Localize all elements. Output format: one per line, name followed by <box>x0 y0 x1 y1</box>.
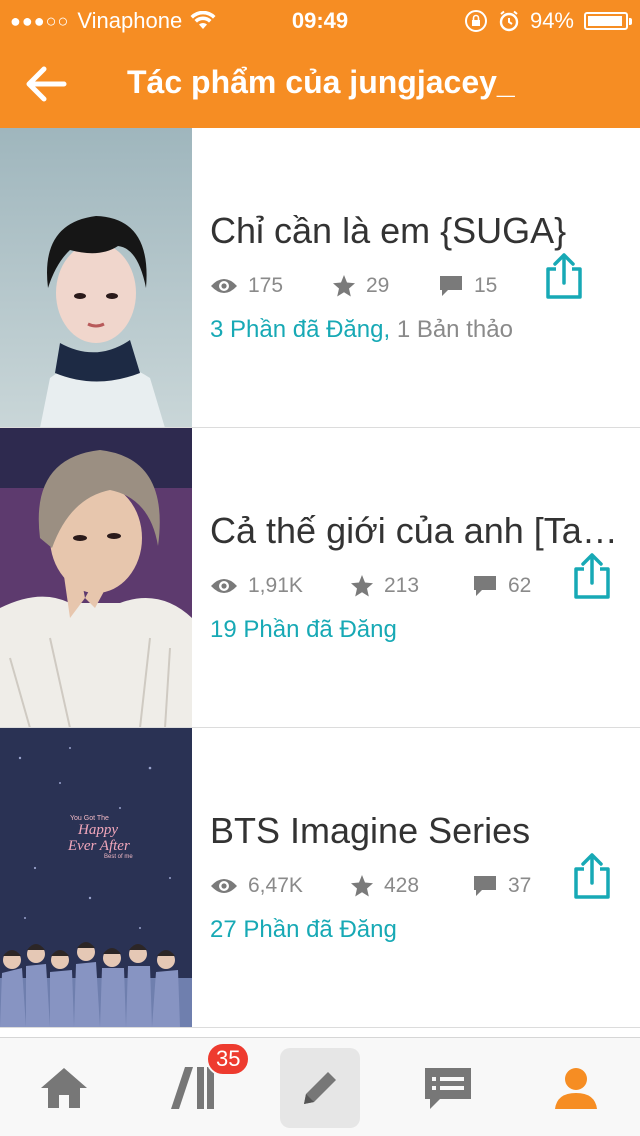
story-stats: 1,91K 213 62 <box>210 574 531 598</box>
back-button[interactable] <box>22 60 70 108</box>
votes-stat: 428 <box>350 874 472 898</box>
share-button[interactable] <box>544 252 584 300</box>
messages-icon <box>425 1068 471 1109</box>
app-header: Tác phẩm của jungjacey_ <box>0 40 640 128</box>
cover-text-1: You Got The <box>70 815 109 822</box>
library-notification-badge: 35 <box>206 1042 251 1076</box>
share-icon <box>546 253 582 299</box>
bottom-tab-bar: 35 <box>0 1037 640 1136</box>
write-icon <box>304 1072 336 1104</box>
home-icon <box>41 1068 87 1108</box>
story-stats: 6,47K 428 37 <box>210 874 531 898</box>
page-title: Tác phẩm của jungjacey_ <box>127 64 515 100</box>
tab-home[interactable] <box>24 1048 104 1128</box>
views-count: 6,47K <box>248 874 303 897</box>
story-details: Chỉ cần là em {SUGA} 175 29 15 3 Phần đã… <box>210 128 640 427</box>
tab-profile[interactable] <box>536 1048 616 1128</box>
views-stat: 1,91K <box>210 574 350 598</box>
comment-icon <box>474 876 496 896</box>
battery-percent: 94% <box>529 8 574 33</box>
star-icon <box>351 575 373 597</box>
tab-messages[interactable] <box>408 1048 488 1128</box>
story-title[interactable]: Cả thế giới của anh [Taehyung] <box>210 510 630 552</box>
cover-text-2: Happy <box>77 822 118 838</box>
story-details: Cả thế giới của anh [Taehyung] 1,91K 213… <box>210 428 640 727</box>
battery-icon <box>584 12 632 30</box>
rotation-lock-icon <box>464 10 487 32</box>
eye-icon <box>211 279 237 293</box>
comments-stat: 15 <box>438 274 497 298</box>
story-details: BTS Imagine Series 6,47K 428 37 27 Phần … <box>210 728 640 1027</box>
story-parts: 19 Phần đã Đăng <box>210 616 397 644</box>
eye-icon <box>211 879 237 893</box>
comments-stat: 62 <box>472 574 531 598</box>
story-parts: 27 Phần đã Đăng <box>210 916 397 944</box>
profile-icon <box>555 1068 597 1109</box>
published-parts: 3 Phần đã Đăng, <box>210 316 391 343</box>
views-count: 1,91K <box>248 574 303 597</box>
share-button[interactable] <box>572 552 612 600</box>
story-cover[interactable] <box>0 128 192 427</box>
story-title[interactable]: BTS Imagine Series <box>210 810 630 852</box>
published-parts: 19 Phần đã Đăng <box>210 616 397 643</box>
votes-stat: 29 <box>332 274 438 298</box>
story-cover[interactable] <box>0 428 192 727</box>
story-parts: 3 Phần đã Đăng, 1 Bản thảo <box>210 316 513 344</box>
share-icon <box>574 853 610 899</box>
views-stat: 6,47K <box>210 874 350 898</box>
votes-count: 29 <box>366 274 390 297</box>
cover-image-suga <box>0 128 192 427</box>
comments-count: 37 <box>508 874 532 897</box>
votes-count: 428 <box>384 874 420 897</box>
alarm-icon <box>499 10 519 32</box>
published-parts: 27 Phần đã Đăng <box>210 916 397 943</box>
back-arrow-icon <box>26 66 67 102</box>
views-count: 175 <box>248 274 284 297</box>
comment-icon <box>440 276 462 296</box>
library-icon <box>171 1067 214 1109</box>
story-item[interactable]: Chỉ cần là em {SUGA} 175 29 15 3 Phần đã… <box>0 128 640 428</box>
status-right: 94% <box>464 8 632 34</box>
story-stats: 175 29 15 <box>210 274 497 298</box>
views-stat: 175 <box>210 274 332 298</box>
cover-text-3: Ever After <box>67 838 130 854</box>
cover-text-4: Best of me <box>104 854 133 860</box>
battery-fill <box>588 16 622 26</box>
comments-count: 15 <box>474 274 498 297</box>
eye-icon <box>211 579 237 593</box>
cover-image-taehyung <box>0 428 192 727</box>
story-list: Chỉ cần là em {SUGA} 175 29 15 3 Phần đã… <box>0 128 640 1028</box>
cover-image-bts: You Got The Happy Ever After Best of me <box>0 728 192 1027</box>
story-cover[interactable]: You Got The Happy Ever After Best of me <box>0 728 192 1027</box>
votes-count: 213 <box>384 574 420 597</box>
draft-parts: 1 Bản thảo <box>396 316 513 343</box>
votes-stat: 213 <box>350 574 472 598</box>
share-icon <box>574 553 610 599</box>
tab-write[interactable] <box>280 1048 360 1128</box>
story-item[interactable]: You Got The Happy Ever After Best of me <box>0 728 640 1028</box>
comments-count: 62 <box>508 574 532 597</box>
star-icon <box>333 275 355 297</box>
story-title[interactable]: Chỉ cần là em {SUGA} <box>210 210 630 252</box>
status-bar: ●●●○○ Vinaphone 09:49 94% <box>0 0 640 40</box>
comments-stat: 37 <box>472 874 531 898</box>
share-button[interactable] <box>572 852 612 900</box>
star-icon <box>351 875 373 897</box>
comment-icon <box>474 576 496 596</box>
story-item[interactable]: Cả thế giới của anh [Taehyung] 1,91K 213… <box>0 428 640 728</box>
